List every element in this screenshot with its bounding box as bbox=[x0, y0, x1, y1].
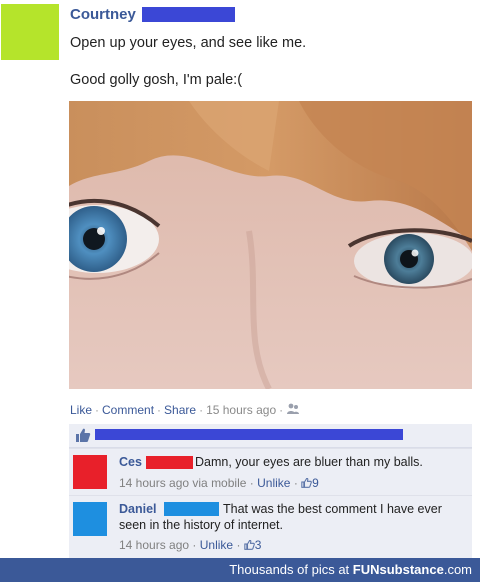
comment-meta: 14 hours ago · Unlike · 3 bbox=[119, 538, 261, 553]
separator: · bbox=[279, 403, 284, 417]
unlike-link[interactable]: Unlike bbox=[257, 476, 290, 490]
comment-text: That was the best comment I have ever se… bbox=[119, 502, 442, 532]
separator: · bbox=[95, 403, 100, 417]
author-avatar[interactable] bbox=[1, 4, 59, 60]
eyes-photo-image bbox=[69, 101, 472, 389]
comment-text: Damn, your eyes are bluer than my balls. bbox=[195, 455, 423, 469]
comment-timestamp[interactable]: 14 hours ago via mobile bbox=[119, 476, 246, 490]
comment-meta: 14 hours ago via mobile · Unlike · 9 bbox=[119, 476, 319, 491]
post-text-line-2: Good golly gosh, I'm pale:( bbox=[70, 72, 243, 88]
post-photo[interactable] bbox=[69, 101, 472, 389]
comment-like-count[interactable]: 9 bbox=[312, 476, 319, 490]
people-icon bbox=[286, 403, 300, 418]
commenter-avatar[interactable] bbox=[73, 502, 107, 536]
likes-summary bbox=[69, 424, 472, 448]
separator: · bbox=[192, 538, 197, 552]
comment-link[interactable]: Comment bbox=[102, 403, 154, 417]
post-timestamp[interactable]: 15 hours ago bbox=[206, 403, 276, 417]
separator: · bbox=[157, 403, 162, 417]
comment-item: Ces Damn, your eyes are bluer than my ba… bbox=[69, 448, 472, 495]
like-icon[interactable] bbox=[301, 477, 312, 491]
unlike-link[interactable]: Unlike bbox=[200, 538, 233, 552]
watermark-prefix: Thousands of pics at bbox=[229, 562, 350, 577]
comments-section: Ces Damn, your eyes are bluer than my ba… bbox=[69, 424, 472, 558]
post-actions: Like · Comment · Share · 15 hours ago · bbox=[70, 403, 300, 418]
separator: · bbox=[236, 538, 241, 552]
watermark-text: Thousands of pics at FUNsubstance.com bbox=[229, 562, 472, 577]
commenter-name[interactable]: Ces bbox=[119, 455, 142, 469]
commenter-avatar[interactable] bbox=[73, 455, 107, 489]
post-author-name[interactable]: Courtney bbox=[70, 6, 136, 23]
separator: · bbox=[249, 476, 254, 490]
watermark-brand: FUNsubstance bbox=[352, 562, 444, 577]
like-icon[interactable] bbox=[244, 539, 255, 553]
watermark-footer: Thousands of pics at FUNsubstance.com bbox=[0, 558, 480, 582]
post-text-line-1: Open up your eyes, and see like me. bbox=[70, 35, 307, 51]
comment-item: Daniel That was the best comment I have … bbox=[69, 495, 472, 558]
redacted-surname bbox=[142, 7, 235, 22]
redacted-surname bbox=[146, 456, 193, 469]
comment-timestamp[interactable]: 14 hours ago bbox=[119, 538, 189, 552]
comment-like-count[interactable]: 3 bbox=[255, 538, 262, 552]
watermark-suffix: .com bbox=[443, 562, 472, 577]
separator: · bbox=[199, 403, 204, 417]
redacted-likers bbox=[95, 429, 403, 440]
share-link[interactable]: Share bbox=[164, 403, 196, 417]
like-link[interactable]: Like bbox=[70, 403, 92, 417]
thumbs-up-icon bbox=[75, 428, 91, 448]
separator: · bbox=[293, 476, 298, 490]
